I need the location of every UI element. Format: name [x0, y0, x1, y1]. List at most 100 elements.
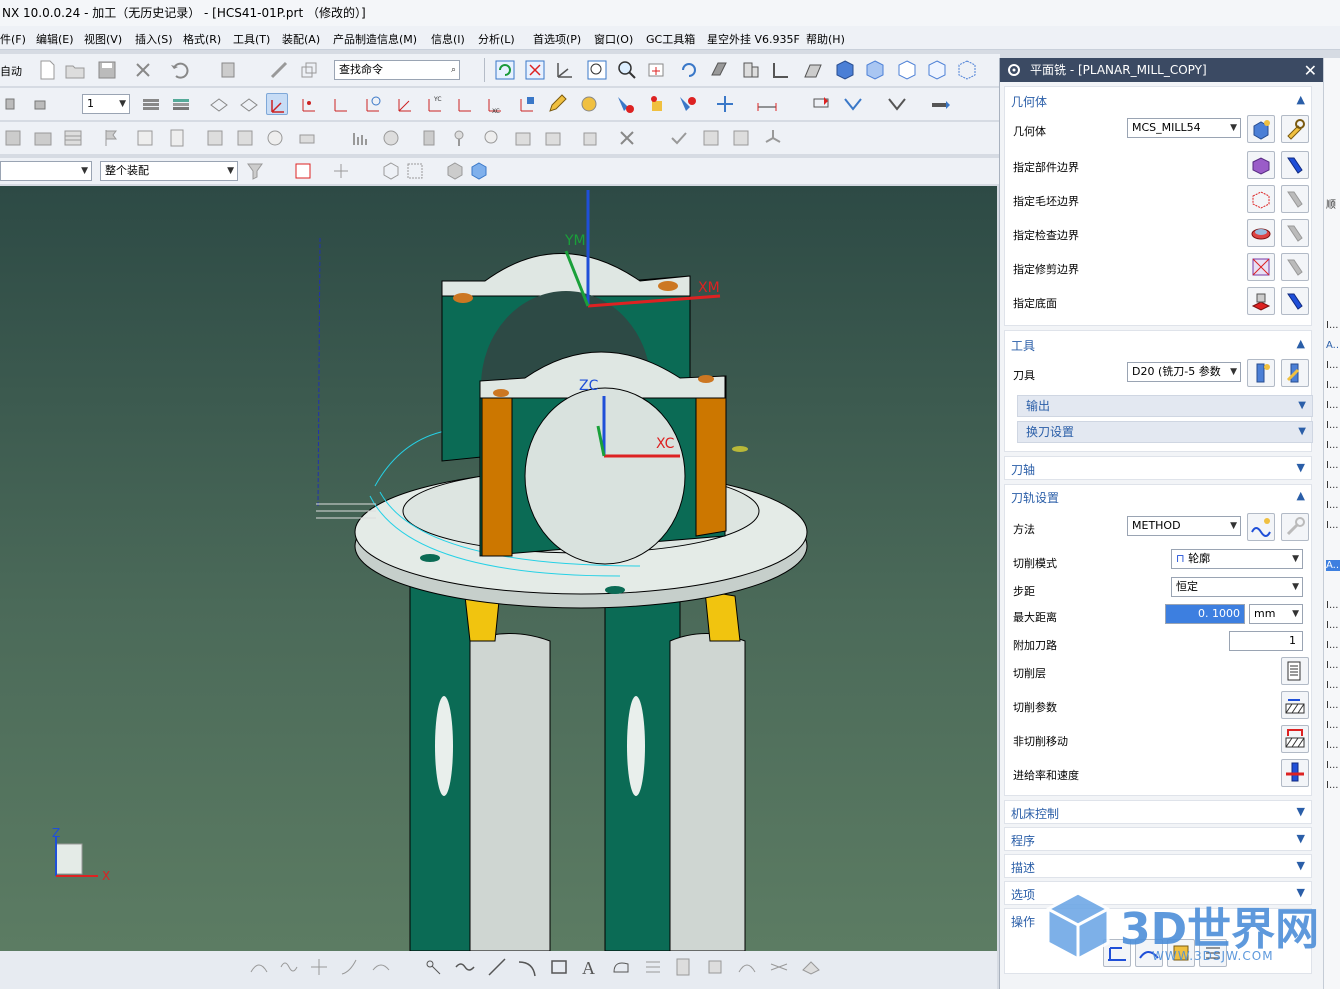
search-command-input[interactable]: 查找命令 ⌕ — [334, 60, 460, 80]
navigator-row[interactable]: I... — [1326, 380, 1339, 391]
check-icon[interactable] — [668, 127, 690, 149]
clock-icon[interactable] — [264, 127, 286, 149]
line-icon[interactable] — [486, 956, 508, 978]
fit-icon[interactable] — [524, 59, 546, 81]
chevron-up-icon[interactable]: ▲ — [1297, 489, 1305, 502]
filter-icon[interactable] — [244, 160, 266, 182]
page-icon[interactable] — [166, 127, 188, 149]
tool-change-subsection[interactable]: 换刀设置 ▼ — [1017, 421, 1313, 443]
hex-icon[interactable] — [380, 160, 402, 182]
delete-icon[interactable] — [616, 127, 638, 149]
offset-icon[interactable] — [642, 956, 664, 978]
wave-icon[interactable] — [454, 956, 476, 978]
wcs-icon[interactable] — [554, 59, 576, 81]
edit-tool-button[interactable] — [1281, 359, 1309, 387]
wireframe-icon[interactable] — [740, 59, 762, 81]
path-settings-header[interactable]: 刀轨设置 — [1011, 489, 1059, 506]
menu-format[interactable]: 格式(R) — [183, 31, 221, 47]
box-hidden-icon[interactable] — [956, 59, 978, 81]
gear-icon[interactable] — [1006, 62, 1022, 78]
navigator-row[interactable]: I... — [1326, 520, 1339, 531]
layers2-icon[interactable] — [542, 127, 564, 149]
rectangle-icon[interactable] — [548, 956, 570, 978]
geometry-group-icon[interactable] — [32, 93, 54, 115]
menu-analysis[interactable]: 分析(L) — [478, 31, 515, 47]
navigator-row[interactable]: I... — [1326, 760, 1339, 771]
flag-icon[interactable] — [100, 127, 122, 149]
menu-help[interactable]: 帮助(H) — [806, 31, 845, 47]
new-tool-button[interactable] — [1247, 359, 1275, 387]
object-icon[interactable] — [2, 127, 24, 149]
blank-boundary-button[interactable] — [1247, 185, 1275, 213]
zoom-icon[interactable] — [616, 59, 638, 81]
pan-icon[interactable] — [646, 59, 668, 81]
copy-icon[interactable] — [580, 127, 602, 149]
operation-icon[interactable] — [810, 93, 832, 115]
navigator-row[interactable]: I... — [1326, 660, 1339, 671]
text-icon[interactable]: A — [578, 956, 600, 978]
edit-method-button[interactable] — [1281, 513, 1309, 541]
cut-levels-button[interactable] — [1281, 657, 1309, 685]
shape-icon[interactable] — [610, 956, 632, 978]
sweep-icon[interactable] — [338, 956, 360, 978]
point-curve-icon[interactable] — [422, 956, 444, 978]
shaded-icon[interactable] — [708, 59, 730, 81]
chart-icon[interactable] — [350, 127, 372, 149]
new-geometry-button[interactable] — [1247, 115, 1275, 143]
menu-view[interactable]: 视图(V) — [84, 31, 122, 47]
color-icon[interactable] — [578, 93, 600, 115]
chevron-up-icon[interactable]: ▲ — [1297, 93, 1305, 106]
point-icon[interactable] — [298, 93, 320, 115]
csys-origin-icon[interactable] — [454, 93, 476, 115]
part-boundary-flashlight-button[interactable] — [1281, 151, 1309, 179]
tool-header[interactable]: 工具 — [1011, 337, 1035, 354]
geometry-select[interactable]: MCS_MILL54 ▼ — [1127, 118, 1241, 138]
navigator-row[interactable]: I... — [1326, 360, 1339, 371]
cut-icon[interactable] — [132, 59, 154, 81]
show-icon[interactable] — [614, 93, 636, 115]
geometry-header[interactable]: 几何体 — [1011, 93, 1047, 110]
orient-icon[interactable] — [394, 93, 416, 115]
spline-icon[interactable] — [278, 956, 300, 978]
blend-icon[interactable] — [370, 956, 392, 978]
probe-icon[interactable] — [448, 127, 470, 149]
triad-icon[interactable] — [762, 127, 784, 149]
new-method-button[interactable] — [1247, 513, 1275, 541]
open-file-icon[interactable] — [64, 59, 86, 81]
tool-select[interactable]: D20 (铣刀-5 参数 ▼ — [1127, 362, 1241, 382]
navigator-row[interactable]: I... — [1326, 320, 1339, 331]
rotate-axis-icon[interactable] — [362, 93, 384, 115]
hide-icon[interactable] — [646, 93, 668, 115]
path-icon[interactable] — [842, 93, 864, 115]
gauge-icon[interactable] — [380, 127, 402, 149]
bridge-icon[interactable] — [736, 956, 758, 978]
type-filter-select[interactable]: ▼ — [0, 161, 92, 181]
rotate-icon[interactable] — [678, 59, 700, 81]
cut-mode-select[interactable]: ⊓ 轮廓 ▼ — [1171, 549, 1303, 569]
menu-file[interactable]: 件(F) — [0, 31, 26, 47]
zoom-region-icon[interactable] — [586, 59, 608, 81]
arc-icon[interactable] — [516, 956, 538, 978]
note-icon[interactable] — [134, 127, 156, 149]
verify-icon[interactable] — [886, 93, 908, 115]
output-subsection[interactable]: 输出 ▼ — [1017, 395, 1313, 417]
measure-icon[interactable] — [756, 93, 778, 115]
blank-boundary-flashlight-button[interactable] — [1281, 185, 1309, 213]
floor-button[interactable] — [1247, 287, 1275, 315]
extrude-icon[interactable] — [704, 956, 726, 978]
snap-point-icon[interactable] — [330, 160, 352, 182]
close-icon[interactable]: ✕ — [1304, 59, 1317, 83]
curve-tool-icon[interactable] — [248, 956, 270, 978]
sketch-icon[interactable] — [268, 59, 290, 81]
tool-axis-section[interactable]: 刀轴 ▼ — [1004, 456, 1312, 480]
surface-icon[interactable] — [800, 956, 822, 978]
cross-icon[interactable] — [308, 956, 330, 978]
stepover-select[interactable]: 恒定 ▼ — [1171, 577, 1303, 597]
solid-light-icon[interactable] — [864, 59, 886, 81]
navigator-row[interactable]: I... — [1326, 460, 1339, 471]
navigator-row[interactable]: I... — [1326, 440, 1339, 451]
csys-xc-icon[interactable]: XC — [484, 93, 506, 115]
face-icon[interactable] — [802, 59, 824, 81]
show-hide-icon[interactable] — [676, 93, 698, 115]
csys-yc-icon[interactable]: YC — [424, 93, 446, 115]
